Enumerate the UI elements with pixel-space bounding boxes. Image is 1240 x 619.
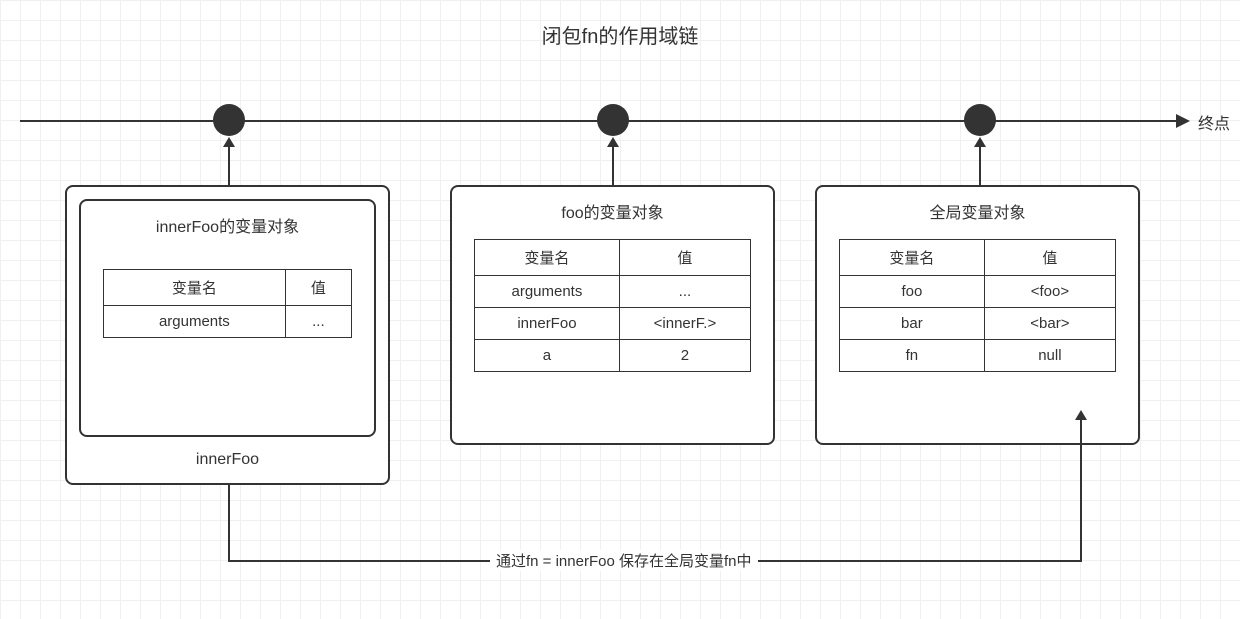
var-value: ...	[619, 276, 750, 308]
node-innerfoo	[213, 104, 245, 136]
node-global	[964, 104, 996, 136]
innerfoo-col-name: 变量名	[104, 270, 286, 306]
connector-down-left	[228, 485, 230, 560]
table-row: arguments ...	[475, 276, 751, 308]
var-name: arguments	[104, 306, 286, 338]
innerfoo-outer-box: innerFoo的变量对象 变量名 值 arguments ... innerF…	[65, 185, 390, 485]
var-value: 2	[619, 340, 750, 372]
global-scope-title: 全局变量对象	[817, 187, 1138, 235]
global-col-name: 变量名	[840, 240, 985, 276]
arrow-innerfoo-to-node	[228, 145, 230, 185]
innerfoo-footer: innerFoo	[67, 437, 388, 479]
arrow-foo-to-node	[612, 145, 614, 185]
innerfoo-var-table: 变量名 值 arguments ...	[103, 269, 352, 338]
node-foo	[597, 104, 629, 136]
foo-var-table: 变量名 值 arguments ... innerFoo <innerF.> a…	[474, 239, 751, 372]
innerfoo-col-value: 值	[285, 270, 351, 306]
var-name: bar	[840, 308, 985, 340]
table-row: bar <bar>	[840, 308, 1116, 340]
var-value: null	[984, 340, 1115, 372]
var-value: ...	[285, 306, 351, 338]
foo-scope-title: foo的变量对象	[452, 187, 773, 235]
innerfoo-scope-box: innerFoo的变量对象 变量名 值 arguments ...	[79, 199, 376, 437]
innerfoo-scope-title: innerFoo的变量对象	[81, 201, 374, 249]
var-value: <innerF.>	[619, 308, 750, 340]
table-row: innerFoo <innerF.>	[475, 308, 751, 340]
table-row: fn null	[840, 340, 1116, 372]
table-row: arguments ...	[104, 306, 352, 338]
var-name: a	[475, 340, 620, 372]
global-col-value: 值	[984, 240, 1115, 276]
foo-col-name: 变量名	[475, 240, 620, 276]
endpoint-label: 终点	[1198, 110, 1230, 134]
foo-scope-box: foo的变量对象 变量名 值 arguments ... innerFoo <i…	[450, 185, 775, 445]
foo-col-value: 值	[619, 240, 750, 276]
var-value: <bar>	[984, 308, 1115, 340]
global-scope-box: 全局变量对象 变量名 值 foo <foo> bar <bar> fn null	[815, 185, 1140, 445]
var-name: arguments	[475, 276, 620, 308]
var-name: fn	[840, 340, 985, 372]
table-row: a 2	[475, 340, 751, 372]
connector-arrowhead	[1075, 410, 1087, 420]
var-name: foo	[840, 276, 985, 308]
var-name: innerFoo	[475, 308, 620, 340]
global-var-table: 变量名 值 foo <foo> bar <bar> fn null	[839, 239, 1116, 372]
arrow-global-to-node	[979, 145, 981, 185]
connector-up-right	[1080, 418, 1082, 560]
diagram-title: 闭包fn的作用域链	[542, 20, 699, 49]
table-row: foo <foo>	[840, 276, 1116, 308]
var-value: <foo>	[984, 276, 1115, 308]
connector-label: 通过fn = innerFoo 保存在全局变量fn中	[490, 550, 758, 571]
